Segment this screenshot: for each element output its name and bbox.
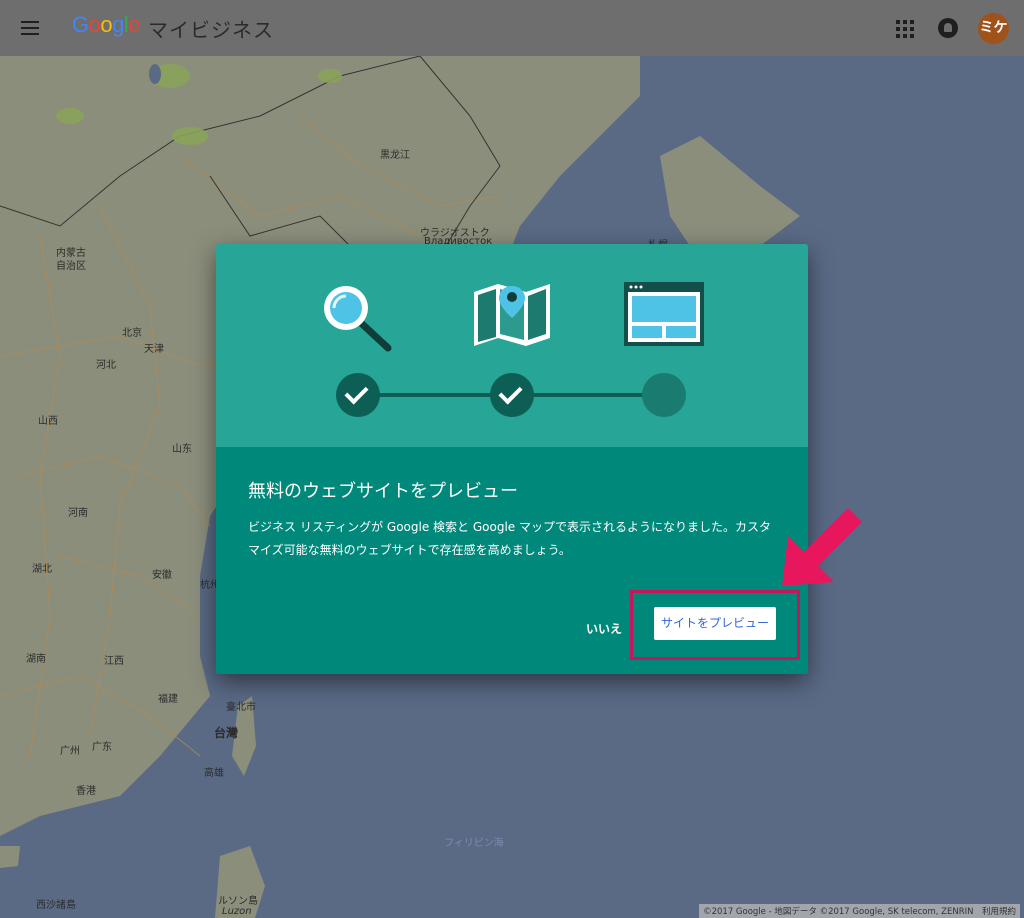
annotation-arrow-icon (782, 508, 862, 586)
magnifier-icon (324, 286, 392, 352)
menu-icon[interactable] (18, 16, 42, 40)
annotation-highlight-box (630, 590, 800, 660)
account-avatar[interactable]: ミケ (978, 13, 1009, 44)
apps-icon[interactable] (896, 20, 914, 38)
step-1-check-icon (336, 373, 380, 417)
notifications-icon[interactable] (938, 18, 958, 38)
google-logo[interactable]: Google (72, 12, 141, 38)
app-bar: Google マイビジネス ミケ (0, 0, 1024, 56)
logo-letter: g (112, 12, 124, 37)
step-3-indicator (642, 373, 686, 417)
website-icon (624, 282, 704, 346)
map-pin-icon (474, 284, 550, 346)
logo-letter: o (88, 12, 101, 37)
dialog-title: 無料のウェブサイトをプレビュー (248, 481, 518, 502)
no-button[interactable]: いいえ (580, 616, 628, 641)
logo-letter: G (72, 12, 89, 37)
dialog-body: ビジネス リスティングが Google 検索と Google マップで表示される… (248, 520, 771, 557)
product-name: マイビジネス (148, 18, 274, 42)
step-2-check-icon (490, 373, 534, 417)
logo-letter: o (100, 12, 113, 37)
logo-letter: e (128, 12, 141, 37)
dialog-header-illustration (216, 244, 808, 447)
